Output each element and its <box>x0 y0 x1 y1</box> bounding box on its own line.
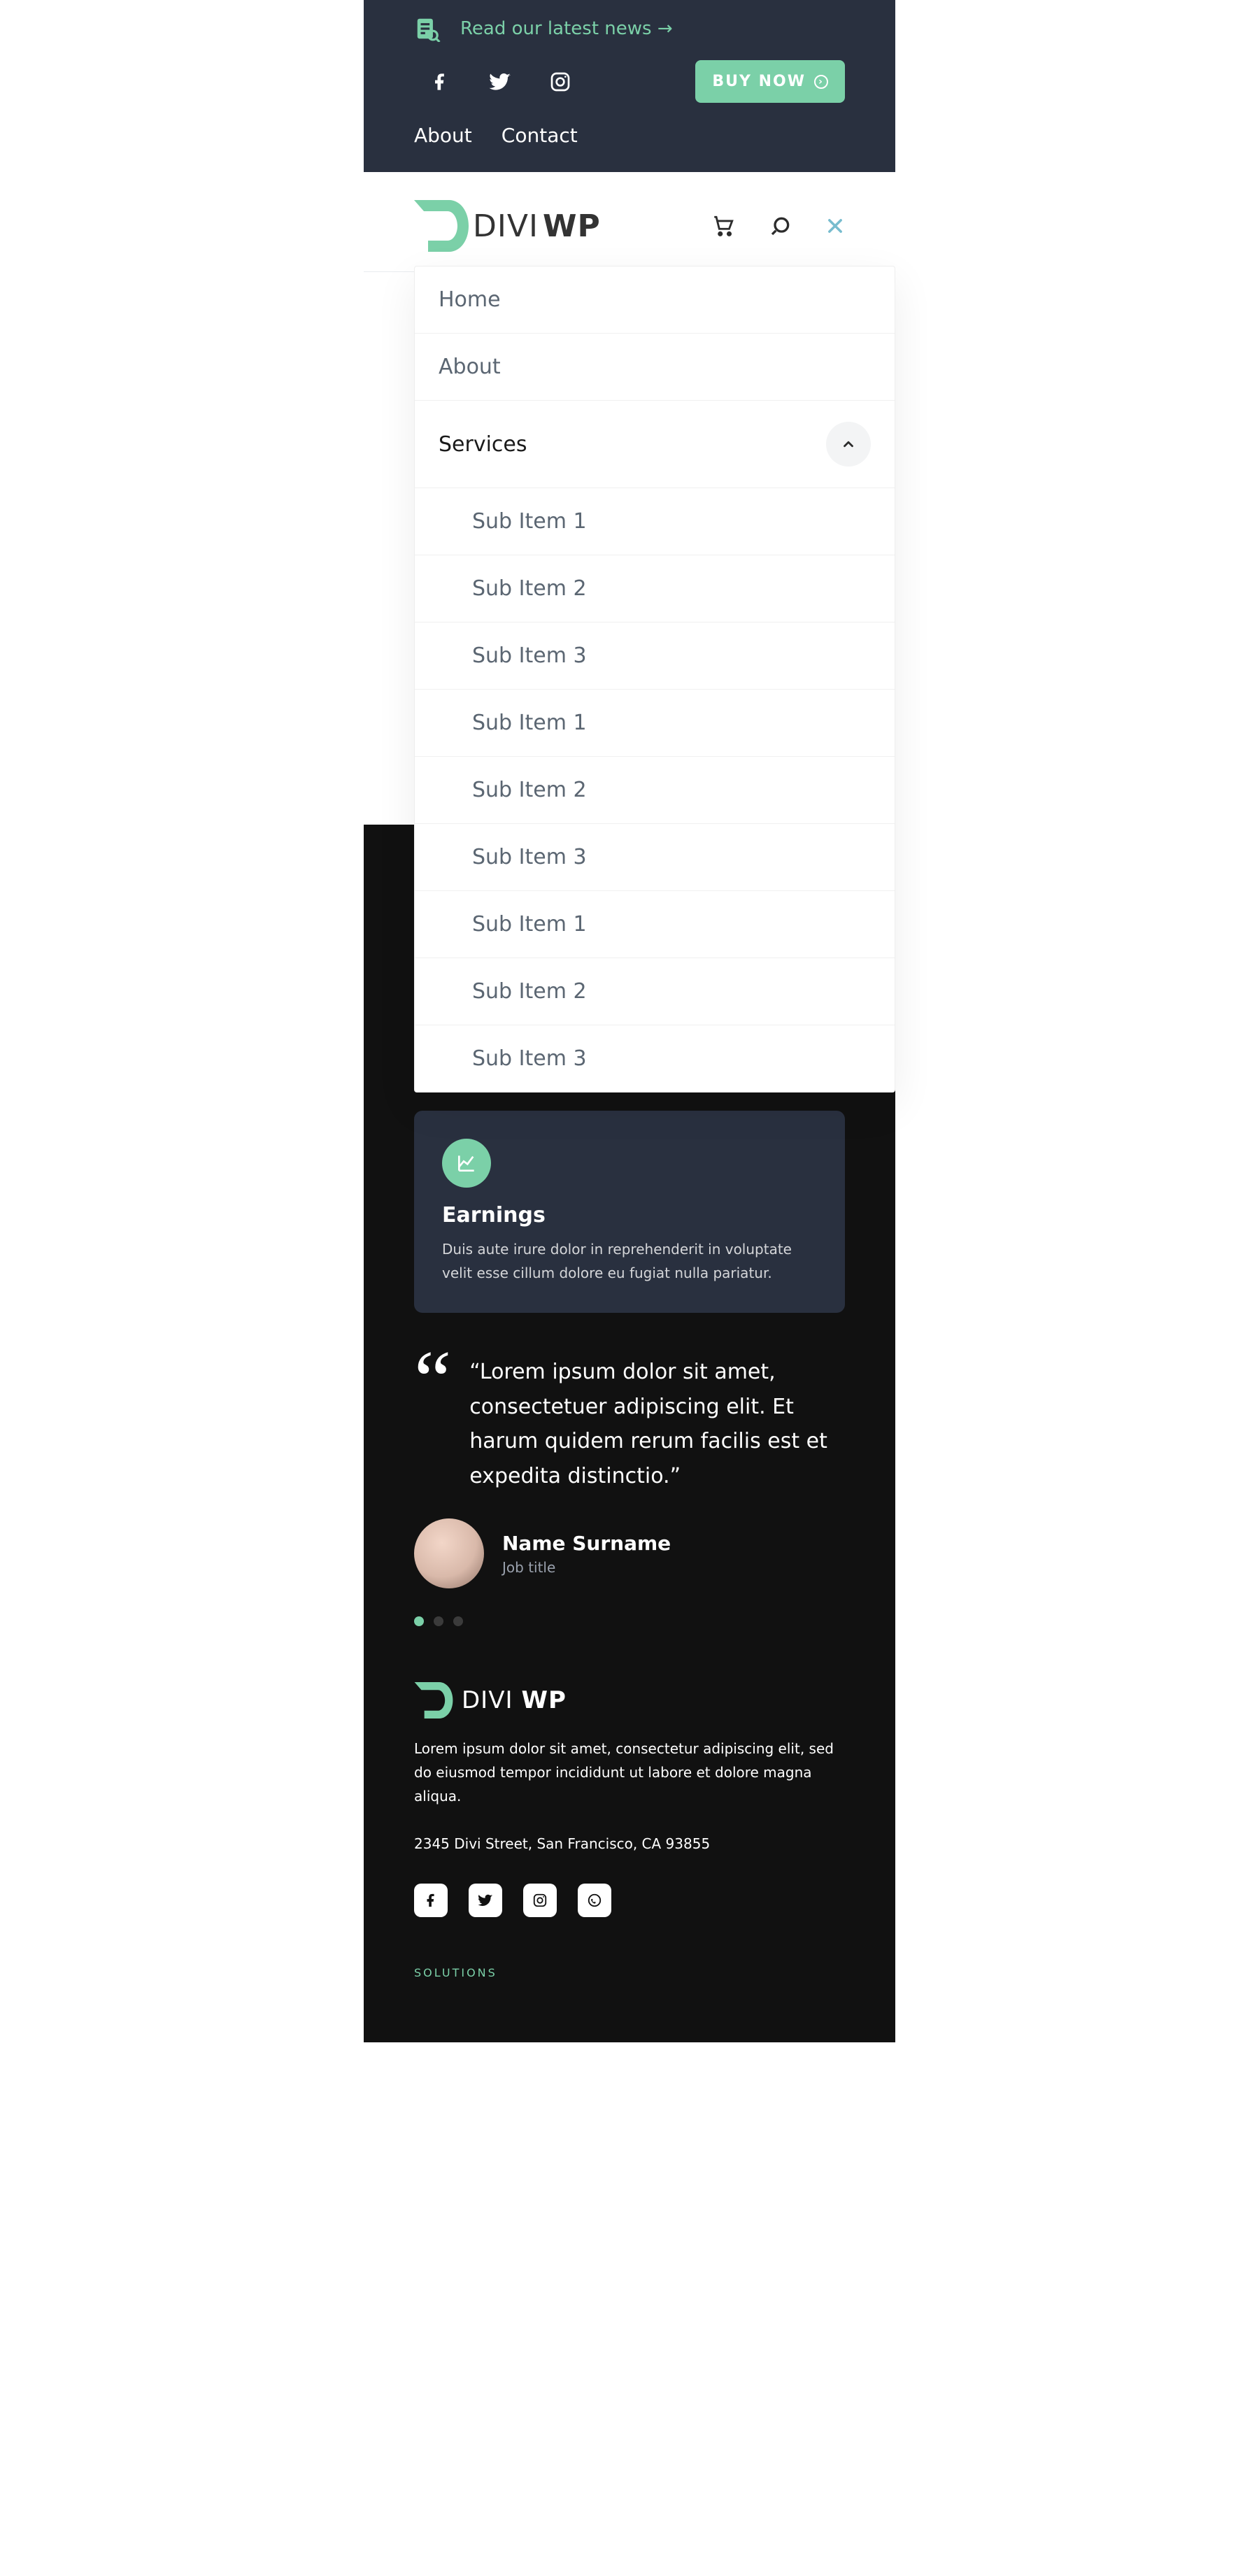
menu-item-label: Services <box>439 432 527 457</box>
submenu-item[interactable]: Sub Item 2 <box>415 757 895 824</box>
carousel-dot[interactable] <box>453 1616 463 1626</box>
carousel-dots <box>414 1616 845 1626</box>
submenu-item[interactable]: Sub Item 2 <box>415 555 895 622</box>
author-title: Job title <box>502 1559 555 1576</box>
topbar: Read our latest news → BUY NOW › About <box>364 0 895 172</box>
topbar-links: About Contact <box>414 124 845 152</box>
twitter-icon[interactable] <box>488 70 512 94</box>
submenu-item[interactable]: Sub Item 3 <box>415 824 895 891</box>
logo[interactable]: DIVIWP <box>414 200 601 252</box>
news-link[interactable]: Read our latest news → <box>460 18 673 39</box>
card-body: Duis aute irure dolor in reprehenderit i… <box>442 1237 817 1285</box>
submenu-label: Sub Item 1 <box>472 912 587 937</box>
submenu-item[interactable]: Sub Item 1 <box>415 891 895 958</box>
menu-item-home[interactable]: Home <box>415 266 895 334</box>
footer-instagram-icon[interactable] <box>523 1884 557 1917</box>
menu-item-label: Home <box>439 287 501 312</box>
footer-social <box>414 1884 845 1917</box>
footer-address: 2345 Divi Street, San Francisco, CA 9385… <box>414 1832 845 1856</box>
submenu-item[interactable]: Sub Item 1 <box>415 488 895 555</box>
footer-section-heading: SOLUTIONS <box>414 1966 845 1979</box>
chevron-right-icon: › <box>814 75 828 89</box>
facebook-icon[interactable] <box>428 70 452 94</box>
submenu-label: Sub Item 3 <box>472 1046 587 1071</box>
chart-icon <box>442 1139 491 1188</box>
header: DIVIWP <box>364 172 895 272</box>
submenu-label: Sub Item 2 <box>472 576 587 601</box>
topbar-contact-link[interactable]: Contact <box>502 124 578 147</box>
submenu-item[interactable]: Sub Item 1 <box>415 690 895 757</box>
feature-card-earnings: Earnings Duis aute irure dolor in repreh… <box>414 1111 845 1313</box>
avatar <box>414 1518 484 1588</box>
cart-icon[interactable] <box>711 213 736 239</box>
footer-twitter-icon[interactable] <box>469 1884 502 1917</box>
submenu-label: Sub Item 3 <box>472 845 587 869</box>
footer-whatsapp-icon[interactable] <box>578 1884 611 1917</box>
quote-text: “Lorem ipsum dolor sit amet, consectetue… <box>469 1355 845 1493</box>
chevron-up-icon[interactable] <box>826 422 871 467</box>
submenu-item[interactable]: Sub Item 3 <box>415 1025 895 1092</box>
submenu-label: Sub Item 1 <box>472 509 587 534</box>
quote-icon: “ <box>414 1355 451 1405</box>
mobile-menu-panel: Home About Services Sub Item 1 Sub Item … <box>414 266 895 1093</box>
author-name: Name Surname <box>502 1532 671 1555</box>
testimonial: “ “Lorem ipsum dolor sit amet, consectet… <box>414 1355 845 1493</box>
footer-logo-text-1: DIVI <box>462 1686 513 1714</box>
close-icon[interactable] <box>825 216 845 236</box>
logo-mark-icon <box>414 1682 453 1718</box>
footer-logo: DIVI WP <box>414 1682 845 1718</box>
testimonial-author: Name Surname Job title <box>414 1518 845 1588</box>
submenu-label: Sub Item 3 <box>472 643 587 668</box>
news-icon <box>414 15 441 42</box>
footer-facebook-icon[interactable] <box>414 1884 448 1917</box>
footer-logo-text-2: WP <box>522 1686 567 1714</box>
buy-now-label: BUY NOW <box>712 73 806 90</box>
menu-item-services[interactable]: Services <box>415 401 895 488</box>
carousel-dot[interactable] <box>414 1616 424 1626</box>
submenu-label: Sub Item 2 <box>472 979 587 1004</box>
carousel-dot[interactable] <box>434 1616 443 1626</box>
menu-item-label: About <box>439 355 501 379</box>
instagram-icon[interactable] <box>548 70 572 94</box>
submenu-item[interactable]: Sub Item 2 <box>415 958 895 1025</box>
submenu-label: Sub Item 1 <box>472 711 587 735</box>
footer-description: Lorem ipsum dolor sit amet, consectetur … <box>414 1737 845 1808</box>
menu-item-about[interactable]: About <box>415 334 895 401</box>
topbar-about-link[interactable]: About <box>414 124 472 147</box>
logo-text-2: WP <box>543 208 601 244</box>
logo-mark-icon <box>414 200 469 252</box>
card-title: Earnings <box>442 1203 817 1227</box>
submenu-item[interactable]: Sub Item 3 <box>415 622 895 690</box>
social-icons <box>414 70 572 94</box>
search-icon[interactable] <box>768 213 793 239</box>
logo-text-1: DIVI <box>473 208 539 244</box>
submenu-label: Sub Item 2 <box>472 778 587 802</box>
buy-now-button[interactable]: BUY NOW › <box>695 60 845 103</box>
